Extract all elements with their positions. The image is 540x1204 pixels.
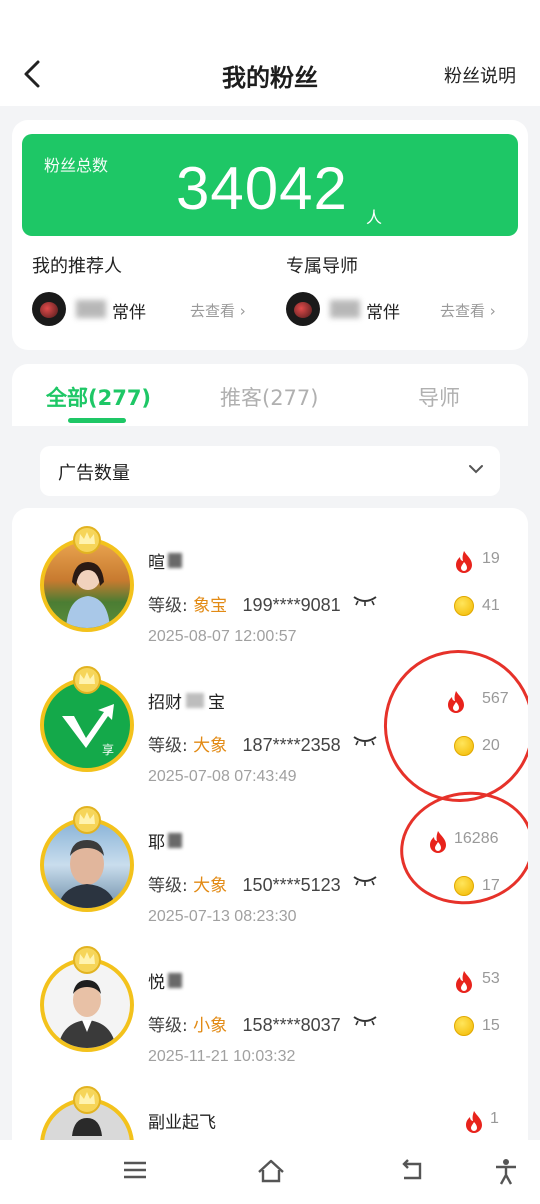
coin-icon <box>454 1016 474 1036</box>
sort-dropdown-value: 广告数量 <box>58 463 130 484</box>
return-icon[interactable] <box>398 1158 426 1184</box>
fire-icon <box>456 971 472 993</box>
fans-list: 暄 等级: 象宝 199****9081 2025-08-07 12:00:57… <box>12 508 528 1148</box>
fan-name: 副业起飞 <box>148 1113 216 1133</box>
fan-join-time: 2025-11-21 10:03:32 <box>148 1048 296 1065</box>
tab-tuike[interactable]: 推客(277) <box>220 382 318 412</box>
menu-icon[interactable] <box>122 1158 148 1182</box>
crown-icon <box>73 666 101 694</box>
fan-name: 耶 <box>148 833 165 853</box>
level-label: 等级: <box>148 596 188 616</box>
level-value: 象宝 <box>193 596 228 616</box>
fan-name: 招财 <box>148 693 182 713</box>
fan-level-row: 等级: 大象 187****2358 <box>148 731 341 756</box>
fan-join-time: 2025-08-07 12:00:57 <box>148 628 297 645</box>
level-label: 等级: <box>148 876 188 896</box>
level-value: 大象 <box>193 736 228 756</box>
fans-total-unit: 人 <box>366 208 383 227</box>
fans-total-count: 34042 <box>176 155 348 222</box>
redacted-name <box>168 973 182 988</box>
crown-icon <box>73 946 101 974</box>
avatar: 享 <box>40 666 134 772</box>
fan-phone: 199****9081 <box>242 595 341 615</box>
accessibility-icon[interactable] <box>494 1158 518 1186</box>
eye-closed-icon[interactable] <box>352 874 378 888</box>
fire-count: 1 <box>490 1110 499 1127</box>
home-icon[interactable] <box>256 1158 286 1184</box>
level-value: 大象 <box>193 876 228 896</box>
chevron-down-icon <box>469 465 483 474</box>
fans-total-label: 粉丝总数 <box>44 156 109 175</box>
fans-explain-link[interactable]: 粉丝说明 <box>444 62 516 88</box>
system-nav-bar <box>0 1140 540 1204</box>
fire-icon <box>456 551 472 573</box>
fan-level-row: 等级: 大象 150****5123 <box>148 871 341 896</box>
list-item[interactable]: 悦 等级: 小象 158****8037 2025-11-21 10:03:32… <box>12 928 528 1068</box>
eye-closed-icon[interactable] <box>352 734 378 748</box>
referrer-row[interactable]: 常伴 去查看 › <box>32 292 262 328</box>
fan-phone: 150****5123 <box>242 875 341 895</box>
coin-count: 15 <box>482 1017 500 1034</box>
referrer-section: 我的推荐人 常伴 去查看 › <box>32 252 246 326</box>
referrer-view-link[interactable]: 去查看 › <box>190 300 246 321</box>
fire-count: 19 <box>482 550 500 567</box>
redacted-name <box>76 300 106 318</box>
summary-card: 粉丝总数 34042 人 我的推荐人 常伴 去查看 › 专属导师 常伴 去查看 … <box>12 120 528 350</box>
mentor-section: 专属导师 常伴 去查看 › <box>286 252 496 326</box>
avatar <box>32 292 66 326</box>
level-value: 小象 <box>193 1016 228 1036</box>
sort-dropdown[interactable]: 广告数量 <box>40 446 500 496</box>
referrer-name: 常伴 <box>112 303 146 323</box>
mentor-row[interactable]: 常伴 去查看 › <box>286 292 516 328</box>
mentor-name: 常伴 <box>366 303 400 323</box>
eye-closed-icon[interactable] <box>352 594 378 608</box>
fan-name-tail: 宝 <box>208 693 225 713</box>
fire-icon <box>466 1111 482 1133</box>
tab-all[interactable]: 全部(277) <box>46 382 151 412</box>
redacted-name <box>186 693 204 708</box>
avatar <box>40 526 134 632</box>
eye-closed-icon[interactable] <box>352 1014 378 1028</box>
fan-name: 暄 <box>148 553 165 573</box>
coin-count: 41 <box>482 597 500 614</box>
mentor-title: 专属导师 <box>286 256 358 277</box>
fan-phone: 158****8037 <box>242 1015 341 1035</box>
fire-count: 53 <box>482 970 500 987</box>
mentor-view-link[interactable]: 去查看 › <box>440 300 496 321</box>
top-bar: 我的粉丝 粉丝说明 <box>0 0 540 106</box>
tab-bar: 全部(277) 推客(277) 导师 <box>12 364 528 426</box>
referrer-title: 我的推荐人 <box>32 256 122 277</box>
redacted-name <box>330 300 360 318</box>
crown-icon <box>73 526 101 554</box>
list-item[interactable]: 暄 等级: 象宝 199****9081 2025-08-07 12:00:57… <box>12 508 528 648</box>
redacted-name <box>168 553 182 568</box>
fan-name: 悦 <box>148 973 165 993</box>
avatar <box>40 946 134 1052</box>
active-tab-indicator <box>68 418 126 423</box>
fan-level-row: 等级: 小象 158****8037 <box>148 1011 341 1036</box>
fans-total-banner: 粉丝总数 34042 人 <box>22 134 518 236</box>
fan-join-time: 2025-07-13 08:23:30 <box>148 908 297 925</box>
avatar <box>286 292 320 326</box>
svg-text:享: 享 <box>102 742 114 757</box>
redacted-name <box>168 833 182 848</box>
list-item[interactable]: 副业起飞 1 <box>12 1068 528 1148</box>
crown-icon <box>73 806 101 834</box>
fan-level-row: 等级: 象宝 199****9081 <box>148 591 341 616</box>
coin-icon <box>454 596 474 616</box>
tab-mentor[interactable]: 导师 <box>418 382 460 412</box>
fan-join-time: 2025-07-08 07:43:49 <box>148 768 297 785</box>
level-label: 等级: <box>148 1016 188 1036</box>
level-label: 等级: <box>148 736 188 756</box>
crown-icon <box>73 1086 101 1114</box>
avatar <box>40 806 134 912</box>
fan-phone: 187****2358 <box>242 735 341 755</box>
